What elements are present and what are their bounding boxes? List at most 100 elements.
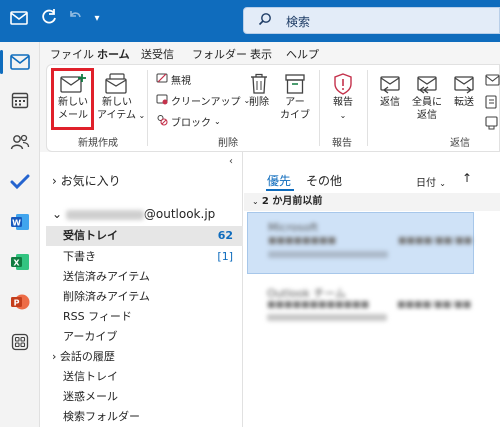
cleanup-icon [156,93,168,108]
folder-outbox[interactable]: 送信トレイ [46,367,243,387]
folder-conversation-history[interactable]: › 会話の履歴 [46,347,243,367]
group-label-report: 報告 [332,138,352,149]
sort-dropdown[interactable]: 日付 ⌄ [416,174,446,189]
chevron-down-icon: ⌄ [52,207,63,221]
block-label: ブロック [171,118,211,129]
folder-label: 会話の履歴 [59,350,115,363]
folder-label: 検索フォルダー [63,410,140,423]
mail-icon[interactable] [6,48,34,76]
tab-home[interactable]: ホーム [97,46,130,62]
tab-folder[interactable]: フォルダー [192,46,247,62]
chevron-right-icon: › [52,350,57,363]
active-tab-indicator [97,21,125,23]
folder-drafts[interactable]: 下書き [1] [46,247,243,267]
archive-icon [278,72,312,96]
folder-label: 迷惑メール [63,390,118,403]
search-placeholder: 検索 [286,15,311,29]
reply-button[interactable]: 返信 [374,72,406,109]
folder-sent[interactable]: 送信済みアイテム [46,267,243,287]
svg-text:X: X [13,258,20,267]
app-rail: W X P [0,42,40,427]
reply-all-button[interactable]: 全員に 返信 [408,72,446,122]
folder-rss[interactable]: RSS フィード [46,307,243,327]
tab-help[interactable]: ヘルプ [286,46,319,62]
group-label-respond: 返信 [450,138,470,149]
group-header-label: 2 か月前以前 [261,196,323,207]
account-name-blurred [65,209,144,220]
delete-label: 削除 [249,97,269,108]
folder-junk[interactable]: 迷惑メール [46,387,243,407]
ignore-icon [156,72,168,87]
folder-label: 送信トレイ [63,370,118,383]
tab-send-receive[interactable]: 送受信 [141,46,174,62]
trash-icon [244,72,274,96]
folder-search-folders[interactable]: 検索フォルダー [46,407,243,427]
ignore-button[interactable]: 無視 [156,72,191,87]
svg-text:P: P [14,298,20,307]
undo-icon[interactable] [64,8,86,30]
highlight-box [51,68,94,130]
ribbon-separator [147,70,148,146]
block-icon [156,114,168,129]
message-date: ■■■■/■■/■■ [397,300,472,310]
chevron-down-icon: ⌄ [136,111,146,120]
collapse-pane-icon[interactable]: ‹ [229,156,233,167]
folder-label: 下書き [63,250,96,263]
tab-view[interactable]: 表示 [250,46,272,62]
chevron-down-icon: ⌄ [439,179,446,188]
new-items-label-2: アイテム [97,110,136,121]
message-sender: Outlook チーム [267,287,346,300]
folder-deleted[interactable]: 削除済みアイテム [46,287,243,307]
folder-label: 送信済みアイテム [63,270,150,283]
unread-count: 62 [217,229,233,242]
new-items-label-row: アイテム ⌄ [97,109,145,122]
sort-direction-arrow-icon[interactable]: ↑ [462,171,472,185]
chevron-down-icon: ⌄ [214,117,221,126]
tab-file[interactable]: ファイル [50,46,94,62]
word-icon[interactable]: W [6,208,34,236]
message-preview [268,251,388,258]
group-header[interactable]: ⌄ 2 か月前以前 [244,193,500,211]
archive-button[interactable]: アー カイブ [278,72,312,122]
cleanup-label: クリーンアップ [171,97,241,108]
overflow-icon-1[interactable] [485,72,500,91]
focused-tab-underline [266,189,294,191]
favorites-header[interactable]: › お気に入り [52,172,121,189]
chevron-down-icon: ⌄ [339,111,347,120]
more-apps-icon[interactable] [6,328,34,356]
overflow-icon-3[interactable] [485,115,500,134]
forward-label: 転送 [454,97,474,108]
tab-other[interactable]: その他 [306,172,342,189]
delete-button[interactable]: 削除 [244,72,274,109]
chevron-down-icon: ⌄ [252,197,259,206]
tab-focused[interactable]: 優先 [267,172,291,189]
search-box[interactable]: 検索 [243,7,500,34]
new-items-button[interactable]: 新しい アイテム ⌄ [97,72,145,122]
powerpoint-icon[interactable]: P [6,288,34,316]
reply-all-label-1: 全員に [412,97,442,108]
message-sender: Microsoft [268,221,319,234]
message-date: ■■■■/■■/■■ [398,236,473,246]
todo-check-icon[interactable] [6,168,34,196]
cleanup-button[interactable]: クリーンアップ ⌄ [156,93,250,108]
overflow-icon-2[interactable] [485,94,500,113]
forward-button[interactable]: 転送 [448,72,480,109]
search-icon [258,12,272,30]
report-label: 報告 [333,97,353,108]
folder-archive[interactable]: アーカイブ [46,327,243,347]
people-icon[interactable] [6,128,34,156]
report-button[interactable]: 報告 ⌄ [328,72,358,122]
message-item[interactable]: Outlook チーム ■■■■■■■■■■■■ ■■■■/■■/■■ [247,276,474,336]
quick-access-dropdown-icon[interactable]: ▾ [86,8,108,30]
sort-label: 日付 [416,178,436,189]
block-button[interactable]: ブロック ⌄ [156,114,221,129]
folder-inbox[interactable]: 受信トレイ 62 [46,226,243,246]
calendar-icon[interactable] [6,86,34,114]
ribbon-separator [319,70,320,146]
sync-icon[interactable] [38,8,60,30]
message-subject: ■■■■■■■■ [268,236,337,246]
folder-label: アーカイブ [63,330,118,343]
account-header[interactable]: ⌄ @outlook.jp [52,207,215,221]
excel-icon[interactable]: X [6,248,34,276]
message-item-selected[interactable]: Microsoft ■■■■■■■■ ■■■■/■■/■■ [247,212,474,274]
